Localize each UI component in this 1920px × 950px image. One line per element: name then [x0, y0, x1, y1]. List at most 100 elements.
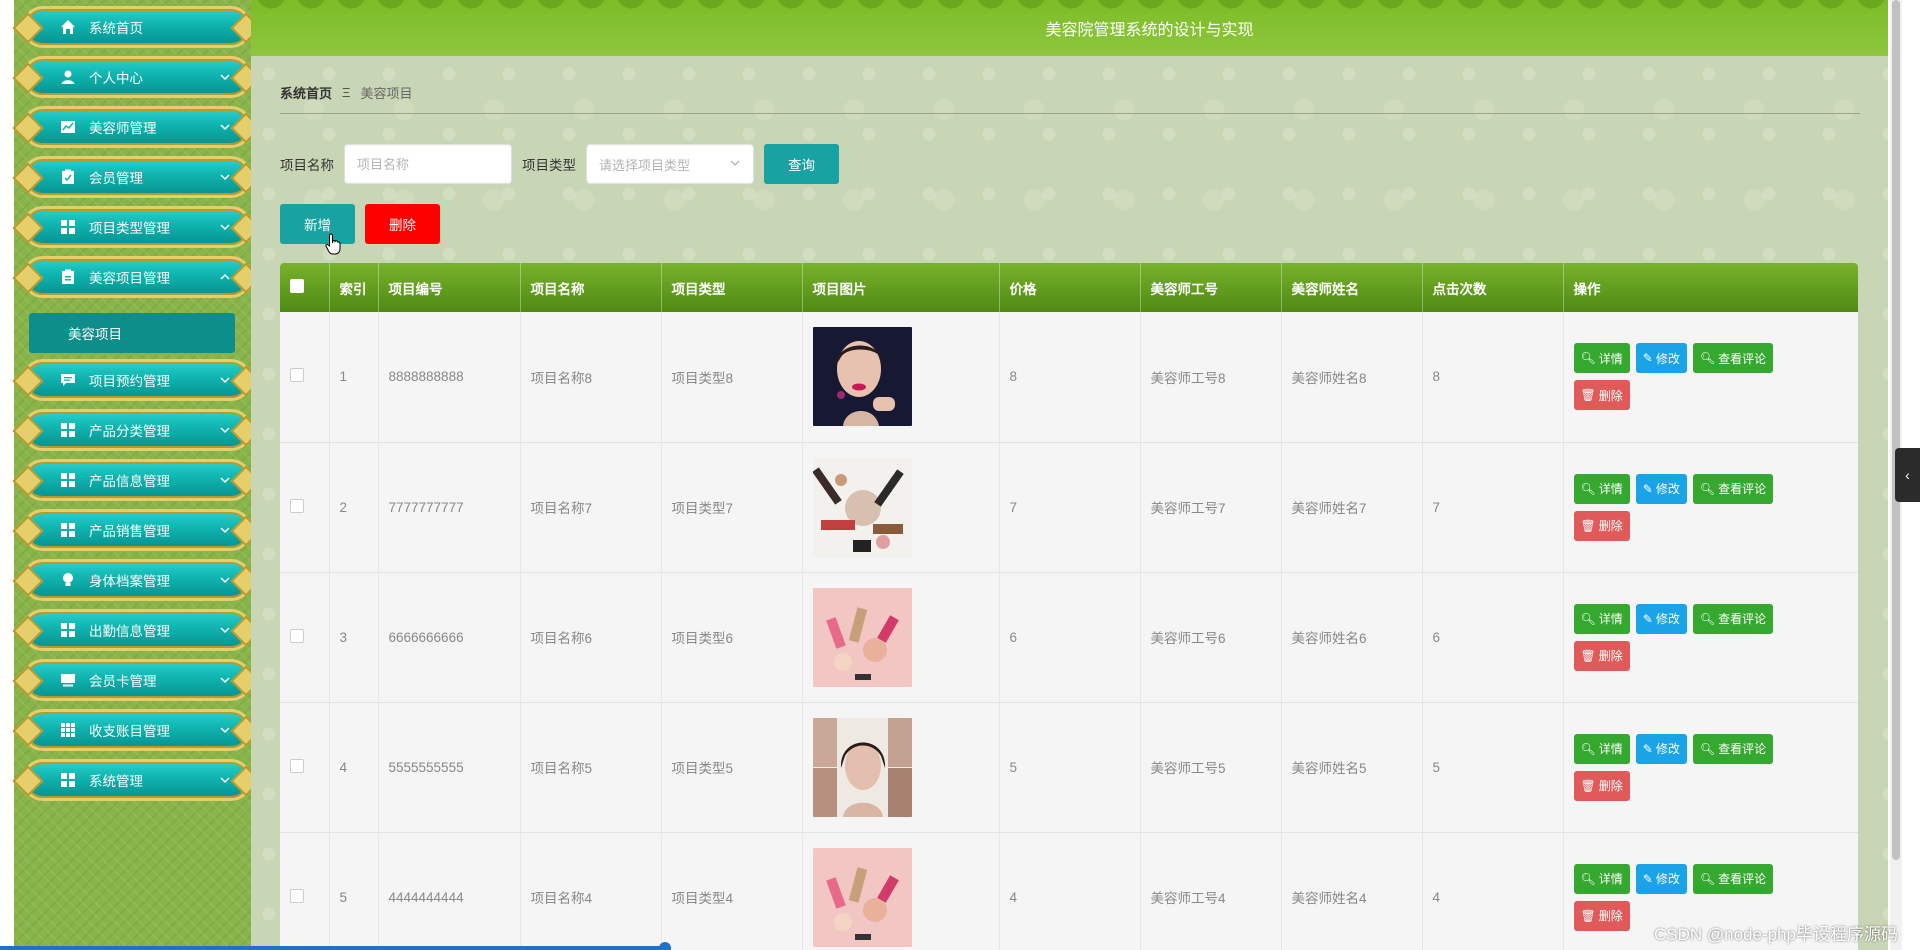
sidebar-item-home[interactable]: 系统首页 — [22, 6, 252, 48]
detail-button[interactable]: 🔍︎ 详情 — [1573, 343, 1630, 374]
project-image[interactable] — [812, 717, 912, 817]
batch-delete-button[interactable]: 删除 — [365, 204, 440, 244]
code-cell: 5555555555 — [378, 702, 521, 832]
view-reviews-button[interactable]: 🔍︎ 查看评论 — [1692, 473, 1774, 504]
detail-button[interactable]: 🔍︎ 详情 — [1573, 863, 1630, 894]
breadcrumb-home[interactable]: 系统首页 — [280, 83, 332, 102]
sidebar-item-project-types[interactable]: 项目类型管理 — [22, 206, 252, 248]
sidebar-item-beauty-projects[interactable]: 美容项目管理 — [22, 256, 252, 298]
type-cell: 项目类型8 — [661, 312, 803, 442]
edit-button[interactable]: ✎ 修改 — [1635, 863, 1687, 894]
chevron-down-icon — [729, 157, 741, 172]
staff-no-cell: 美容师工号7 — [1140, 442, 1282, 572]
view-reviews-button[interactable]: 🔍︎ 查看评论 — [1692, 733, 1774, 764]
row-select-cell — [280, 832, 330, 950]
sidebar-item-beauticians[interactable]: 美容师管理 — [22, 106, 252, 148]
grid-icon — [59, 521, 77, 539]
delete-label: 删除 — [1598, 388, 1623, 403]
sidebar-item-product-sales[interactable]: 产品销售管理 — [22, 509, 252, 551]
sidebar-item-product-categories[interactable]: 产品分类管理 — [22, 409, 252, 451]
delete-button[interactable]: 🗑︎ 删除 — [1573, 900, 1630, 931]
project-name-label: 项目名称 — [280, 158, 334, 173]
delete-label: 删除 — [1598, 909, 1623, 923]
project-image[interactable] — [812, 587, 912, 687]
search-icon: 🔍︎ — [1699, 611, 1716, 626]
watermark: CSDN @node-php毕设程序源码 — [1654, 925, 1898, 944]
edit-label: 修改 — [1655, 612, 1680, 626]
clicks-cell: 4 — [1422, 832, 1564, 950]
scrollbar-thumb[interactable] — [1892, 0, 1900, 860]
row-checkbox[interactable] — [290, 628, 304, 643]
chevron-down-icon — [219, 71, 231, 86]
name-cell: 项目名称7 — [520, 442, 662, 572]
image-cell — [802, 572, 1000, 702]
column-header: 项目名称 — [520, 263, 662, 312]
edit-button[interactable]: ✎ 修改 — [1635, 473, 1687, 504]
add-button[interactable]: 新增 — [280, 204, 355, 244]
delete-button[interactable]: 🗑︎ 删除 — [1573, 640, 1630, 671]
clicks-cell: 8 — [1422, 312, 1564, 442]
search-icon: 🔍︎ — [1699, 871, 1716, 886]
edit-button[interactable]: ✎ 修改 — [1635, 603, 1687, 634]
edit-button[interactable]: ✎ 修改 — [1635, 343, 1687, 374]
sidebar-item-member-cards[interactable]: 会员卡管理 — [22, 659, 252, 701]
view-reviews-button[interactable]: 🔍︎ 查看评论 — [1692, 343, 1774, 374]
price-cell: 6 — [999, 572, 1141, 702]
column-header: 索引 — [329, 263, 379, 312]
sidebar-item-members[interactable]: 会员管理 — [22, 156, 252, 198]
sidebar-item-body-records[interactable]: 身体档案管理 — [22, 559, 252, 601]
delete-button[interactable]: 🗑︎ 删除 — [1573, 380, 1630, 411]
chevron-down-icon — [219, 474, 231, 489]
detail-button[interactable]: 🔍︎ 详情 — [1573, 733, 1630, 764]
row-checkbox[interactable] — [290, 888, 304, 903]
clicks-cell: 6 — [1422, 572, 1564, 702]
delete-label: 删除 — [1598, 779, 1623, 793]
search-icon: 🔍︎ — [1699, 481, 1716, 496]
search-icon: 🔍︎ — [1699, 351, 1716, 366]
select-all-checkbox[interactable] — [290, 279, 304, 293]
monitor-icon — [59, 671, 77, 689]
trash-icon: 🗑︎ — [1580, 518, 1596, 533]
sidebar-item-system[interactable]: 系统管理 — [22, 759, 252, 801]
project-name-input[interactable] — [344, 144, 512, 184]
query-button[interactable]: 查询 — [764, 144, 839, 184]
pencil-icon: ✎ — [1642, 611, 1653, 626]
project-image[interactable] — [812, 457, 912, 557]
code-cell: 4444444444 — [378, 832, 521, 950]
edit-label: 修改 — [1655, 351, 1680, 366]
horizontal-scroll-indicator[interactable] — [0, 946, 665, 950]
sidebar-item-product-info[interactable]: 产品信息管理 — [22, 459, 252, 501]
pencil-icon: ✎ — [1642, 871, 1653, 886]
sidebar-item-attendance[interactable]: 出勤信息管理 — [22, 609, 252, 651]
edit-button[interactable]: ✎ 修改 — [1635, 733, 1687, 764]
view-reviews-button[interactable]: 🔍︎ 查看评论 — [1692, 603, 1774, 634]
project-type-select[interactable]: 请选择项目类型 — [586, 144, 754, 184]
detail-label: 详情 — [1598, 351, 1623, 366]
delete-button[interactable]: 🗑︎ 删除 — [1573, 770, 1630, 801]
collapse-panel-button[interactable]: ‹ — [1895, 448, 1920, 502]
row-checkbox[interactable] — [290, 498, 304, 513]
delete-button[interactable]: 🗑︎ 删除 — [1573, 510, 1630, 541]
name-cell: 项目名称8 — [520, 312, 662, 442]
sidebar-item-appointments[interactable]: 项目预约管理 — [22, 359, 252, 401]
bulb-icon — [59, 571, 77, 589]
project-image[interactable] — [812, 327, 912, 427]
project-image[interactable] — [812, 847, 912, 947]
scroll-handle[interactable] — [659, 942, 671, 950]
name-cell: 项目名称4 — [520, 832, 662, 950]
sidebar-item-personal[interactable]: 个人中心 — [22, 56, 252, 98]
submenu-item-beauty-project[interactable]: 美容项目 — [29, 313, 235, 353]
view-reviews-button[interactable]: 🔍︎ 查看评论 — [1692, 863, 1774, 894]
row-checkbox[interactable] — [290, 758, 304, 773]
row-checkbox[interactable] — [290, 368, 304, 383]
row-select-cell — [280, 702, 330, 832]
staff-name-cell: 美容师姓名6 — [1281, 572, 1423, 702]
detail-button[interactable]: 🔍︎ 详情 — [1573, 603, 1630, 634]
sidebar-item-accounts[interactable]: 收支账目管理 — [22, 709, 252, 751]
sidebar-item-label: 项目类型管理 — [89, 221, 170, 236]
table-row: 2 7777777777 项目名称7 项目类型7 7 美容师工号7 美容师姓名7… — [280, 442, 1858, 572]
detail-label: 详情 — [1598, 482, 1623, 496]
detail-button[interactable]: 🔍︎ 详情 — [1573, 473, 1630, 504]
code-cell: 8888888888 — [378, 312, 521, 442]
image-cell — [802, 702, 1000, 832]
